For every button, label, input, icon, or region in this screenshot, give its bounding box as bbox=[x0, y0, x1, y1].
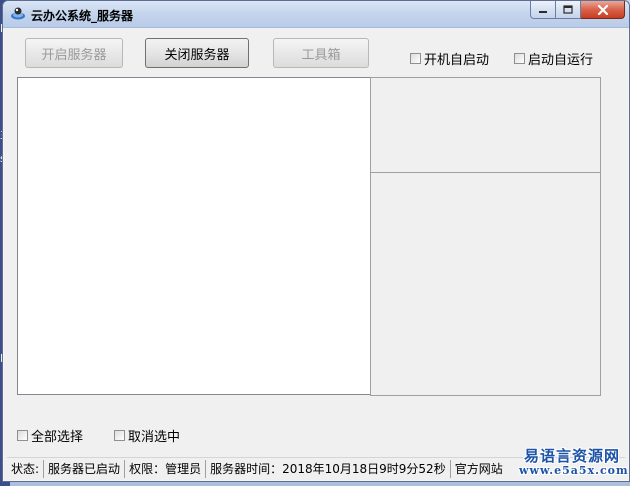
info-panel-top bbox=[370, 77, 601, 173]
watermark-line-1: 易语言资源网 bbox=[523, 447, 620, 465]
status-value: 服务器已启动 bbox=[44, 459, 126, 478]
toolbox-button[interactable]: 工具箱 bbox=[273, 38, 369, 68]
site-watermark: 易语言资源网 www.e5a5x.com bbox=[519, 447, 629, 477]
close-button[interactable] bbox=[581, 1, 625, 19]
window-title: 云办公系统_服务器 bbox=[31, 9, 134, 23]
window-controls bbox=[530, 1, 625, 19]
checkbox-box[interactable] bbox=[514, 53, 525, 64]
boot-start-label: 开机自启动 bbox=[424, 53, 490, 68]
server-time-text: 服务器时间：2018年10月18日9时9分52秒 bbox=[206, 459, 451, 478]
checkbox-box[interactable] bbox=[114, 430, 125, 441]
stop-server-button[interactable]: 关闭服务器 bbox=[145, 38, 249, 68]
maximize-icon bbox=[563, 5, 573, 14]
minimize-button[interactable] bbox=[530, 1, 556, 19]
maximize-button[interactable] bbox=[556, 1, 581, 19]
close-icon bbox=[597, 4, 608, 15]
checkbox-box[interactable] bbox=[410, 53, 421, 64]
checkbox-box[interactable] bbox=[17, 430, 28, 441]
select-all-checkbox[interactable]: 全部选择 bbox=[17, 426, 83, 445]
start-server-button[interactable]: 开启服务器 bbox=[25, 38, 123, 68]
permission-text: 权限：管理员 bbox=[125, 459, 207, 478]
deselect-label: 取消选中 bbox=[128, 430, 181, 445]
status-label: 状态: bbox=[7, 459, 45, 478]
client-list-panel[interactable] bbox=[17, 77, 371, 395]
watermark-line-2: www.e5a5x.com bbox=[519, 463, 629, 477]
boot-start-checkbox[interactable]: 开机自启动 bbox=[410, 49, 489, 68]
app-icon bbox=[11, 7, 25, 20]
auto-run-checkbox[interactable]: 启动自运行 bbox=[514, 49, 593, 68]
info-panel-bottom bbox=[370, 172, 601, 396]
minimize-icon bbox=[539, 10, 547, 13]
website-link[interactable]: 官方网站 bbox=[451, 460, 507, 478]
select-all-label: 全部选择 bbox=[31, 430, 84, 445]
deselect-checkbox[interactable]: 取消选中 bbox=[114, 426, 180, 445]
title-bar[interactable]: 云办公系统_服务器 bbox=[3, 1, 629, 28]
server-window: 云办公系统_服务器 开启服务器 关闭服务器 工具箱 开机自启动 启动自运行 全部… bbox=[2, 0, 630, 482]
auto-run-label: 启动自运行 bbox=[528, 53, 594, 68]
